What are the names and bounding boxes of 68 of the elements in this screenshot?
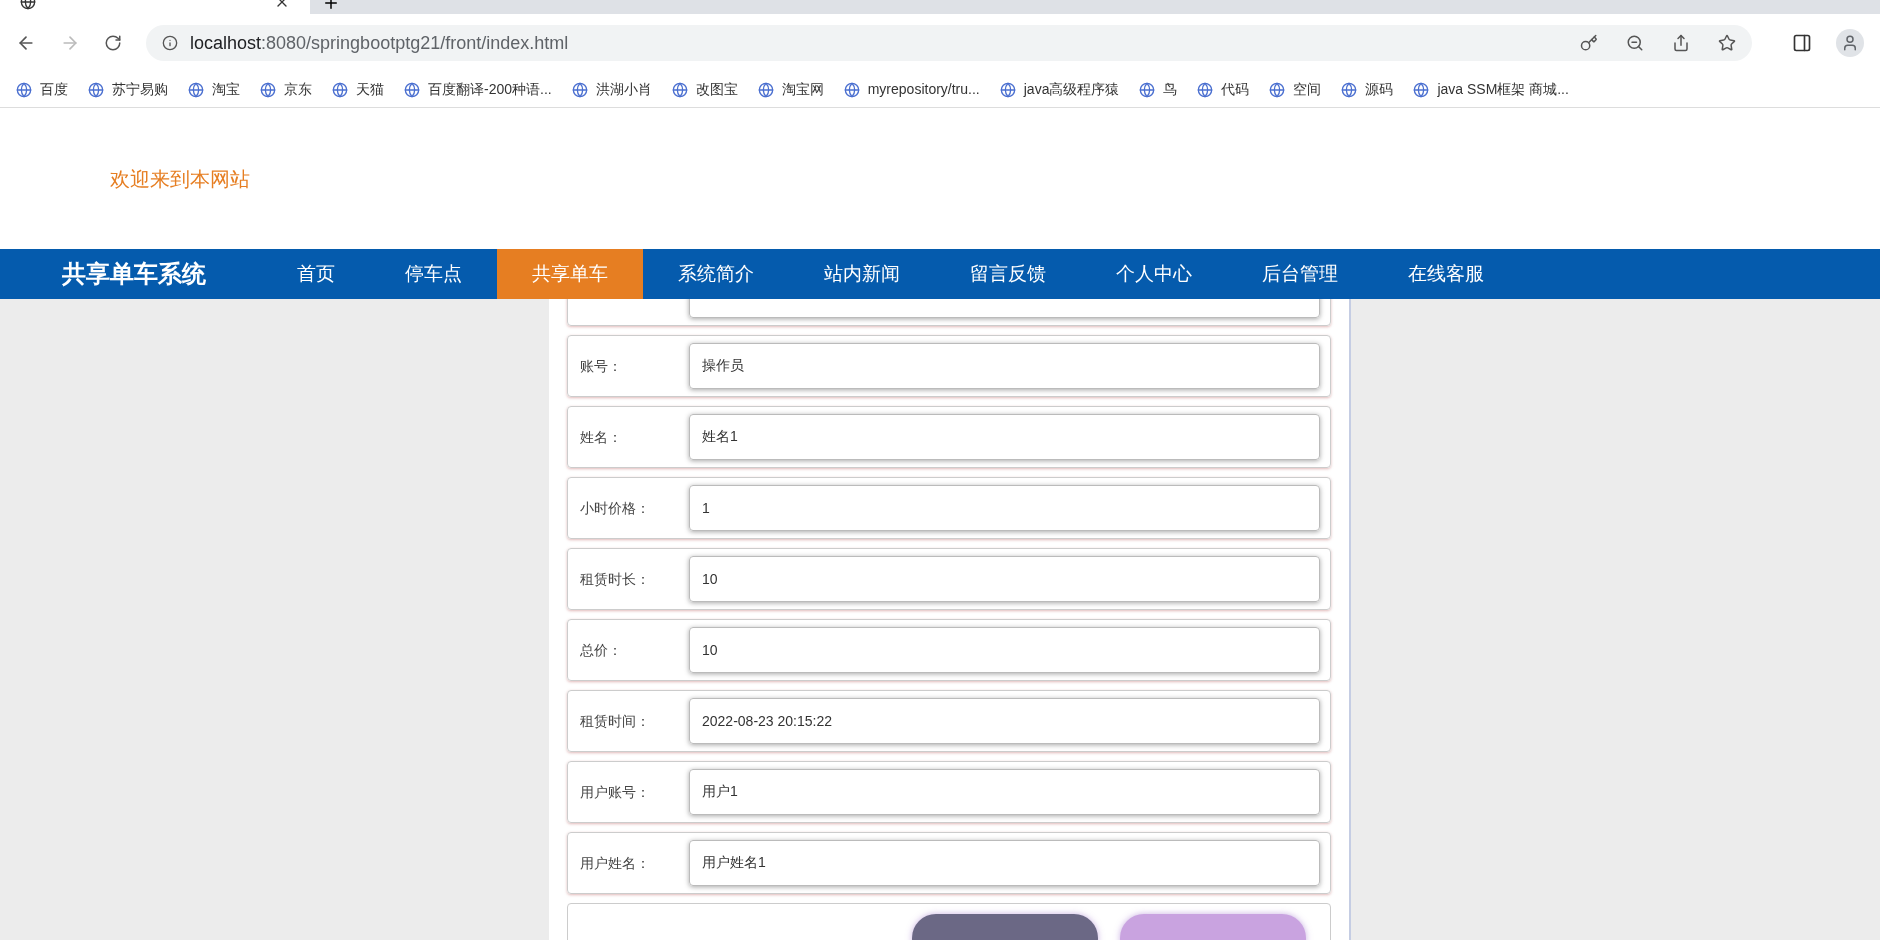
globe-icon [671, 81, 688, 98]
nav-tab[interactable]: 在线客服 [1373, 249, 1519, 299]
bookmark[interactable]: 百度翻译-200种语... [404, 79, 552, 100]
field-label: 小时价格： [580, 500, 650, 516]
nav-tab[interactable]: 留言反馈 [935, 249, 1081, 299]
bookmark[interactable]: 苏宁易购 [88, 79, 168, 100]
side-panel-icon[interactable] [1792, 33, 1812, 53]
share-icon[interactable] [1672, 34, 1690, 52]
star-icon[interactable] [1718, 34, 1736, 52]
field-label: 用户账号： [580, 784, 650, 800]
nav-tab[interactable]: 站内新闻 [789, 249, 935, 299]
zoom-out-icon[interactable] [1626, 34, 1644, 52]
site-title: 共享单车系统 [62, 259, 206, 289]
globe-icon [757, 81, 774, 98]
globe-icon [1197, 81, 1214, 98]
bookmark[interactable]: 洪湖小肖 [571, 79, 652, 100]
bookmark[interactable]: 鸟 [1139, 79, 1178, 100]
field-label: 租赁时间： [580, 713, 650, 729]
text-field[interactable]: 用户姓名1 [689, 840, 1320, 886]
profile-icon[interactable] [1836, 29, 1864, 57]
globe-icon [1341, 81, 1358, 98]
nav-tab[interactable]: 首页 [262, 249, 370, 299]
key-icon[interactable] [1580, 34, 1598, 52]
bookmark[interactable]: 代码 [1197, 79, 1250, 100]
welcome-text: 欢迎来到本网站 [110, 166, 250, 192]
globe-icon [88, 81, 104, 98]
text-field[interactable]: 操作员 [689, 343, 1320, 389]
text-field[interactable]: 姓名1 [689, 414, 1320, 460]
address-bar[interactable]: localhost:8080/springbootptg21/front/index.html [146, 25, 1752, 61]
nav-tab[interactable]: 系统简介 [643, 249, 789, 299]
globe-icon [1139, 81, 1156, 98]
url-text: localhost:8080/springbootptg21/front/index.html [190, 31, 570, 55]
text-field[interactable]: 1 [689, 485, 1320, 531]
text-field[interactable]: 10 [689, 556, 1320, 602]
nav-tab[interactable]: 停车点 [370, 249, 497, 299]
field-label: 用户姓名： [580, 855, 650, 871]
globe-icon [843, 81, 860, 98]
globe-icon [1269, 81, 1286, 98]
globe-icon [999, 81, 1016, 98]
globe-icon [188, 81, 204, 98]
field-label: 账号： [580, 358, 622, 374]
globe-icon [404, 81, 420, 98]
field-label: 姓名： [580, 429, 622, 445]
bookmark[interactable]: 空间 [1269, 79, 1322, 100]
bookmark[interactable]: 淘宝 [188, 79, 240, 100]
nav-tab[interactable]: 个人中心 [1081, 249, 1227, 299]
text-field[interactable]: 2022-08-23 20:15:22 [689, 698, 1320, 744]
bookmark[interactable]: 百度 [16, 79, 68, 100]
globe-icon [332, 81, 348, 98]
bookmark[interactable]: 京东 [260, 79, 312, 100]
bookmark[interactable]: java SSM框架 商城... [1413, 79, 1569, 100]
nav-tab[interactable]: 后台管理 [1227, 249, 1373, 299]
globe-icon [571, 81, 588, 98]
reload-icon[interactable] [104, 34, 122, 52]
field-label: 总价： [580, 642, 622, 658]
globe-icon [260, 81, 276, 98]
bookmark[interactable]: myrepository/tru... [843, 79, 980, 100]
bookmark[interactable]: 天猫 [332, 79, 384, 100]
bookmark[interactable]: 改图宝 [671, 79, 738, 100]
globe-icon [16, 81, 32, 98]
bookmark[interactable]: java高级程序猿 [999, 79, 1120, 100]
text-field[interactable]: 用户1 [689, 769, 1320, 815]
bookmark[interactable]: 源码 [1341, 79, 1394, 100]
globe-icon [1413, 81, 1430, 98]
text-field[interactable]: 10 [689, 627, 1320, 673]
field-label: 租赁时长： [580, 571, 650, 587]
info-icon [162, 35, 178, 51]
bookmark[interactable]: 淘宝网 [757, 79, 824, 100]
